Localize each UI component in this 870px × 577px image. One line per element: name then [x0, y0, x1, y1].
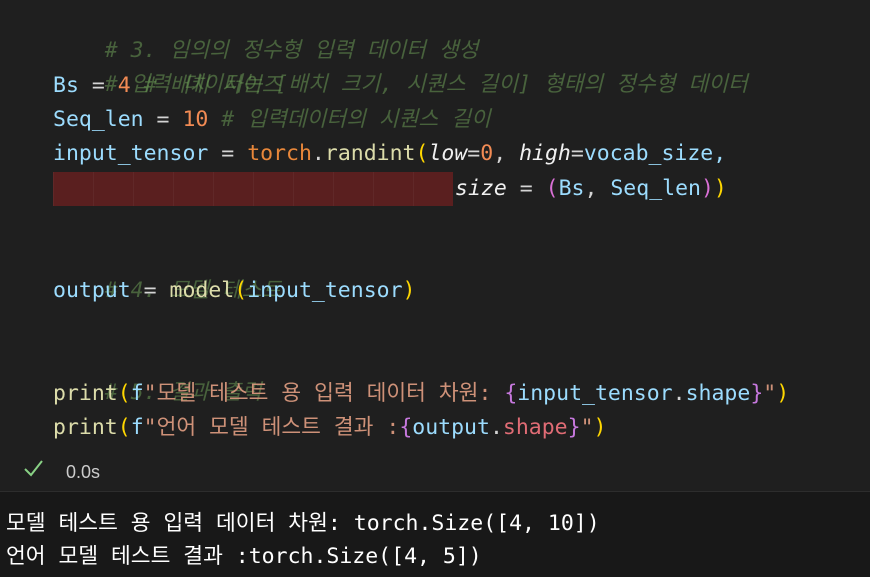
- assign-op: =: [506, 176, 546, 201]
- var-bs: Bs: [53, 73, 79, 98]
- var-input-tensor: input_tensor: [517, 381, 673, 406]
- number-literal: 4: [117, 73, 131, 98]
- comma: ,: [584, 176, 611, 201]
- assign-op: =: [208, 141, 248, 166]
- cell-status-bar: [0, 452, 870, 490]
- param-high: high: [519, 141, 571, 166]
- function-model: model: [169, 278, 235, 303]
- close-paren: ): [593, 415, 607, 440]
- open-paren: (: [415, 141, 429, 166]
- code-line-output: output = model(input_tensor): [53, 274, 416, 308]
- function-randint: randint: [324, 141, 416, 166]
- open-paren: (: [117, 415, 131, 440]
- output-line: 모델 테스트 용 입력 데이터 차원: torch.Size([4, 10]): [6, 511, 600, 536]
- assign-op: =: [78, 73, 118, 98]
- assign-op: =: [467, 141, 481, 166]
- highlight-region: [53, 172, 453, 206]
- comment-text: # 배치 사이즈: [130, 73, 282, 98]
- close-paren: ): [700, 176, 714, 201]
- code-editor[interactable]: # 3. 임의의 정수형 입력 데이터 생성 # 입력 데이터는 [배치 크기,…: [0, 0, 870, 452]
- var-vocab-size: vocab_size,: [583, 141, 727, 166]
- output-line: 언어 모델 테스트 결과 :torch.Size([4, 5]): [6, 544, 482, 569]
- string-literal: "언어 모델 테스트 결과 :: [143, 415, 400, 440]
- var-output: output: [53, 278, 131, 303]
- open-paren: (: [234, 278, 248, 303]
- comma: ,: [493, 141, 520, 166]
- fstring-brace: {: [504, 381, 518, 406]
- param-low: low: [428, 141, 468, 166]
- string-literal: "모델 테스트 용 입력 데이터 차원:: [143, 381, 505, 406]
- var-seq-len: Seq_len: [610, 176, 701, 201]
- assign-op: =: [130, 278, 170, 303]
- function-print: print: [53, 381, 118, 406]
- code-line-comment: # 3. 임의의 정수형 입력 데이터 생성: [53, 0, 479, 63]
- var-bs: Bs: [558, 176, 585, 201]
- open-paren: (: [545, 176, 559, 201]
- attr-shape: shape: [502, 415, 568, 440]
- close-paren: ): [776, 381, 790, 406]
- var-output: output: [412, 415, 490, 440]
- fstring-brace: }: [750, 381, 764, 406]
- code-line-size: size = (Bs, Seq_len)): [455, 172, 727, 206]
- string-end: ": [580, 415, 594, 440]
- number-literal: 0: [480, 141, 494, 166]
- code-line-seqlen: Seq_len = 10 # 입력데이터의 시퀀스 길이: [53, 103, 491, 137]
- close-paren: ): [713, 176, 727, 201]
- fstring-prefix: f: [130, 381, 144, 406]
- dot-op: .: [311, 141, 325, 166]
- code-line-comment: # 4. 모델 테스트: [53, 240, 282, 303]
- execution-time: 0.0s: [66, 462, 101, 482]
- number-literal: 10: [182, 107, 209, 132]
- module-torch: torch: [247, 141, 312, 166]
- cell-output: 모델 테스트 용 입력 데이터 차원: torch.Size([4, 10]) …: [0, 492, 870, 577]
- var-input-tensor: input_tensor: [53, 141, 209, 166]
- check-icon: [22, 457, 44, 479]
- function-print: print: [53, 415, 118, 440]
- param-size: size: [455, 176, 507, 201]
- attr-shape: shape: [685, 381, 751, 406]
- close-paren: ): [402, 278, 416, 303]
- fstring-brace: }: [567, 415, 581, 440]
- code-line-print: print(f"언어 모델 테스트 결과 :{output.shape}"): [53, 411, 607, 445]
- dot-op: .: [672, 381, 686, 406]
- code-line-bs: Bs = 4 # 배치 사이즈: [53, 69, 281, 103]
- code-line-comment: # 5. 결과 출력: [53, 342, 262, 405]
- fstring-brace: {: [399, 415, 413, 440]
- open-paren: (: [117, 381, 131, 406]
- assign-op: =: [143, 107, 183, 132]
- code-line-print: print(f"모델 테스트 용 입력 데이터 차원: {input_tenso…: [53, 377, 789, 411]
- string-end: ": [763, 381, 777, 406]
- dot-op: .: [489, 415, 503, 440]
- code-line-input-tensor: input_tensor = torch.randint(low=0, high…: [53, 137, 726, 171]
- arg-input-tensor: input_tensor: [247, 278, 403, 303]
- assign-op: =: [570, 141, 584, 166]
- fstring-prefix: f: [130, 415, 144, 440]
- code-line-comment: # 입력 데이터는 [배치 크기, 시퀀스 길이] 형태의 정수형 데이터: [53, 34, 748, 97]
- var-seq-len: Seq_len: [53, 107, 144, 132]
- comment-text: # 입력데이터의 시퀀스 길이: [208, 107, 491, 132]
